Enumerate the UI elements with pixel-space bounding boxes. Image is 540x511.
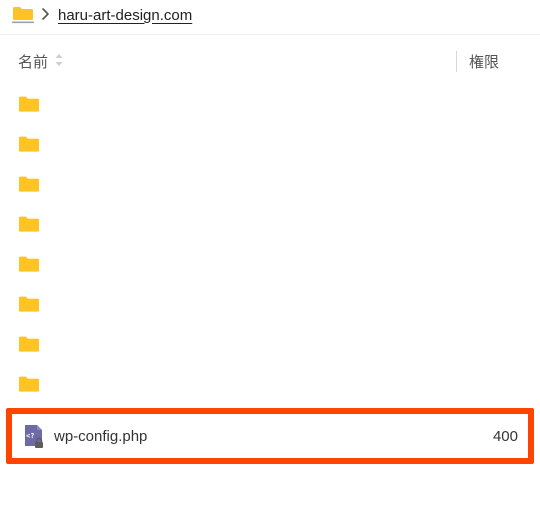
folder-icon: [18, 255, 46, 273]
list-item[interactable]: [0, 84, 540, 124]
list-item[interactable]: [0, 124, 540, 164]
folder-icon: [18, 215, 46, 233]
column-perm-header[interactable]: 権限: [456, 51, 528, 72]
list-item[interactable]: [0, 204, 540, 244]
list-item[interactable]: <? wp-config.php 400: [12, 414, 528, 458]
folder-icon: [18, 335, 46, 353]
list-item[interactable]: [0, 164, 540, 204]
list-item[interactable]: [0, 364, 540, 404]
folder-icon: [18, 375, 46, 393]
breadcrumb: haru-art-design.com: [0, 0, 540, 35]
svg-text:<?: <?: [26, 432, 34, 440]
folder-icon: [18, 295, 46, 313]
root-folder-icon[interactable]: [12, 6, 34, 24]
file-permission: 400: [448, 428, 518, 445]
highlighted-row: <? wp-config.php 400: [6, 408, 534, 464]
php-file-icon: <?: [22, 424, 50, 448]
folder-icon: [18, 175, 46, 193]
column-name-header[interactable]: 名前: [18, 51, 456, 72]
list-item[interactable]: [0, 284, 540, 324]
chevron-right-icon: [42, 7, 50, 23]
column-perm-label: 権限: [469, 54, 499, 71]
file-list: [0, 82, 540, 404]
column-name-label: 名前: [18, 51, 48, 72]
column-headers: 名前 権限: [0, 35, 540, 82]
list-item[interactable]: [0, 244, 540, 284]
list-item[interactable]: [0, 324, 540, 364]
file-name: wp-config.php: [50, 428, 448, 445]
sort-indicator-icon: [54, 53, 64, 70]
breadcrumb-domain[interactable]: haru-art-design.com: [58, 7, 192, 24]
folder-icon: [18, 95, 46, 113]
folder-icon: [18, 135, 46, 153]
